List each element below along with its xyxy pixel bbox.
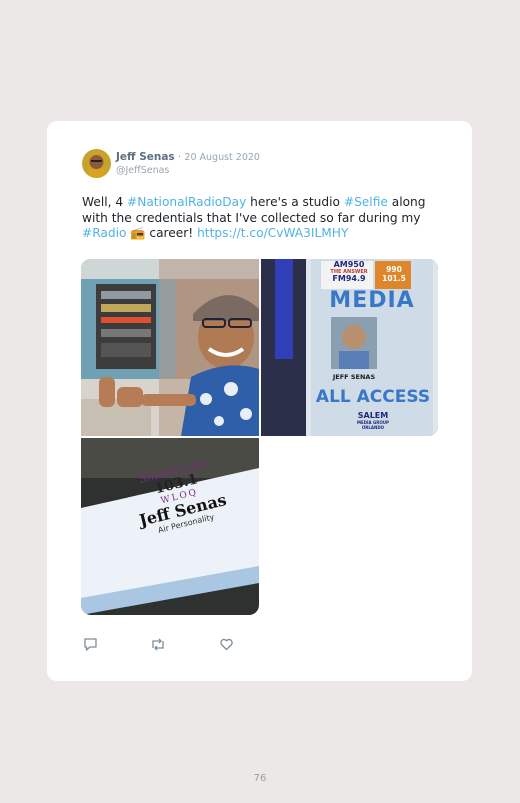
- badge-fm: FM94.9: [332, 274, 366, 283]
- hashtag-link[interactable]: #Selfie: [344, 195, 388, 209]
- tweet-card: Jeff Senas · 20 August 2020 @JeffSenas W…: [47, 121, 472, 681]
- hashtag-link[interactable]: #NationalRadioDay: [127, 195, 246, 209]
- text-part: 📻 career!: [126, 226, 198, 240]
- tweet-date[interactable]: 20 August 2020: [184, 152, 260, 163]
- badge-am: AM950: [333, 260, 365, 269]
- text-part: Well, 4: [82, 195, 127, 209]
- author-handle[interactable]: @JeffSenas: [116, 165, 169, 176]
- photo-studio-selfie[interactable]: [81, 259, 259, 436]
- hashtag-link[interactable]: #Radio: [82, 226, 126, 240]
- meta-separator: ·: [178, 152, 182, 163]
- author-name[interactable]: Jeff Senas: [116, 151, 175, 163]
- badge-city: ORLANDO: [361, 425, 385, 430]
- badge-media: MEDIA: [329, 288, 415, 313]
- page-number: 76: [253, 773, 267, 784]
- retweet-icon[interactable]: [150, 637, 166, 656]
- text-part: here's a studio: [246, 195, 344, 209]
- badge-station: AM950 THE ANSWER FM94.9: [324, 261, 374, 283]
- url-link[interactable]: https://t.co/CvWA3ILMHY: [197, 226, 348, 240]
- photo-wloq-card[interactable]: Smooth Jazz 103.1 WLOQ Jeff Senas Air Pe…: [81, 438, 259, 615]
- avatar[interactable]: [82, 149, 111, 178]
- heart-icon[interactable]: [219, 637, 234, 656]
- author-line: Jeff Senas · 20 August 2020: [116, 151, 260, 164]
- badge-access: ALL ACCESS: [315, 387, 431, 407]
- badge-salem-name: SALEM: [357, 411, 389, 420]
- photo-media-badge[interactable]: AM950 THE ANSWER FM94.9 990 101.5 MEDIA …: [261, 259, 438, 436]
- tweet-text: Well, 4 #NationalRadioDay here's a studi…: [82, 195, 442, 242]
- badge-station-right: 990 101.5: [382, 265, 406, 283]
- reply-icon[interactable]: [83, 637, 98, 656]
- badge-salem: SALEM MEDIA GROUP ORLANDO: [353, 411, 393, 430]
- badge-person: JEFF SENAS: [332, 373, 376, 381]
